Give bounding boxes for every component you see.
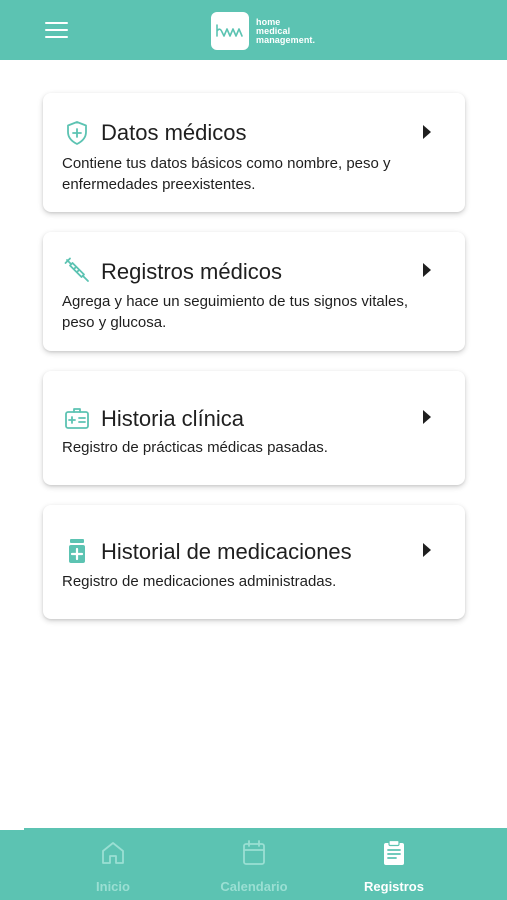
chevron-right-icon: [422, 125, 432, 139]
card-description: Contiene tus datos básicos como nombre, …: [62, 155, 391, 193]
app-logo: home medical management.: [211, 12, 315, 50]
hamburger-icon-line: [45, 29, 68, 31]
card-historia-clinica[interactable]: Historia clínica Registro de prácticas m…: [43, 371, 465, 485]
medical-id-card-icon: [64, 406, 90, 432]
card-title: Datos médicos: [101, 120, 247, 145]
card-title: Registros médicos: [101, 259, 282, 284]
nav-label: Registros: [364, 879, 424, 894]
nav-label: Calendario: [220, 879, 288, 894]
card-description: Agrega y hace un seguimiento de tus sign…: [62, 293, 409, 331]
nav-label: Inicio: [96, 879, 130, 894]
shield-plus-icon: [64, 120, 90, 146]
card-title: Historia clínica: [101, 406, 245, 431]
chevron-right-icon: [422, 543, 432, 557]
chevron-right-icon: [422, 410, 432, 424]
calendar-icon: [242, 840, 266, 866]
logo-wordmark: home medical management.: [256, 17, 316, 45]
logo-mark-icon: [211, 12, 249, 50]
home-icon: [101, 840, 125, 866]
card-description: Registro de prácticas médicas pasadas.: [62, 439, 328, 456]
nav-item-registros[interactable]: Registros: [334, 828, 454, 900]
medicine-bottle-icon: [64, 538, 90, 564]
clipboard-icon: [382, 839, 406, 866]
chevron-right-icon: [422, 263, 432, 277]
hamburger-icon-line: [45, 36, 68, 38]
card-title: Historial de medicaciones: [101, 539, 352, 564]
bottom-navigation: Inicio Calendario Registros: [0, 828, 507, 900]
syringe-icon: [64, 257, 90, 283]
hamburger-icon-line: [45, 22, 68, 24]
nav-item-inicio[interactable]: Inicio: [53, 828, 173, 900]
logo-line: management.: [256, 34, 316, 45]
top-app-bar: home medical management.: [0, 0, 507, 60]
card-description: Registro de medicaciones administradas.: [62, 573, 337, 590]
nav-item-calendario[interactable]: Calendario: [194, 828, 314, 900]
card-registros-medicos[interactable]: Registros médicos Agrega y hace un segui…: [43, 232, 465, 351]
nav-divider: [0, 828, 24, 830]
menu-button[interactable]: [45, 20, 69, 40]
card-historial-medicaciones[interactable]: Historial de medicaciones Registro de me…: [43, 505, 465, 619]
card-datos-medicos[interactable]: Datos médicos Contiene tus datos básicos…: [43, 93, 465, 212]
